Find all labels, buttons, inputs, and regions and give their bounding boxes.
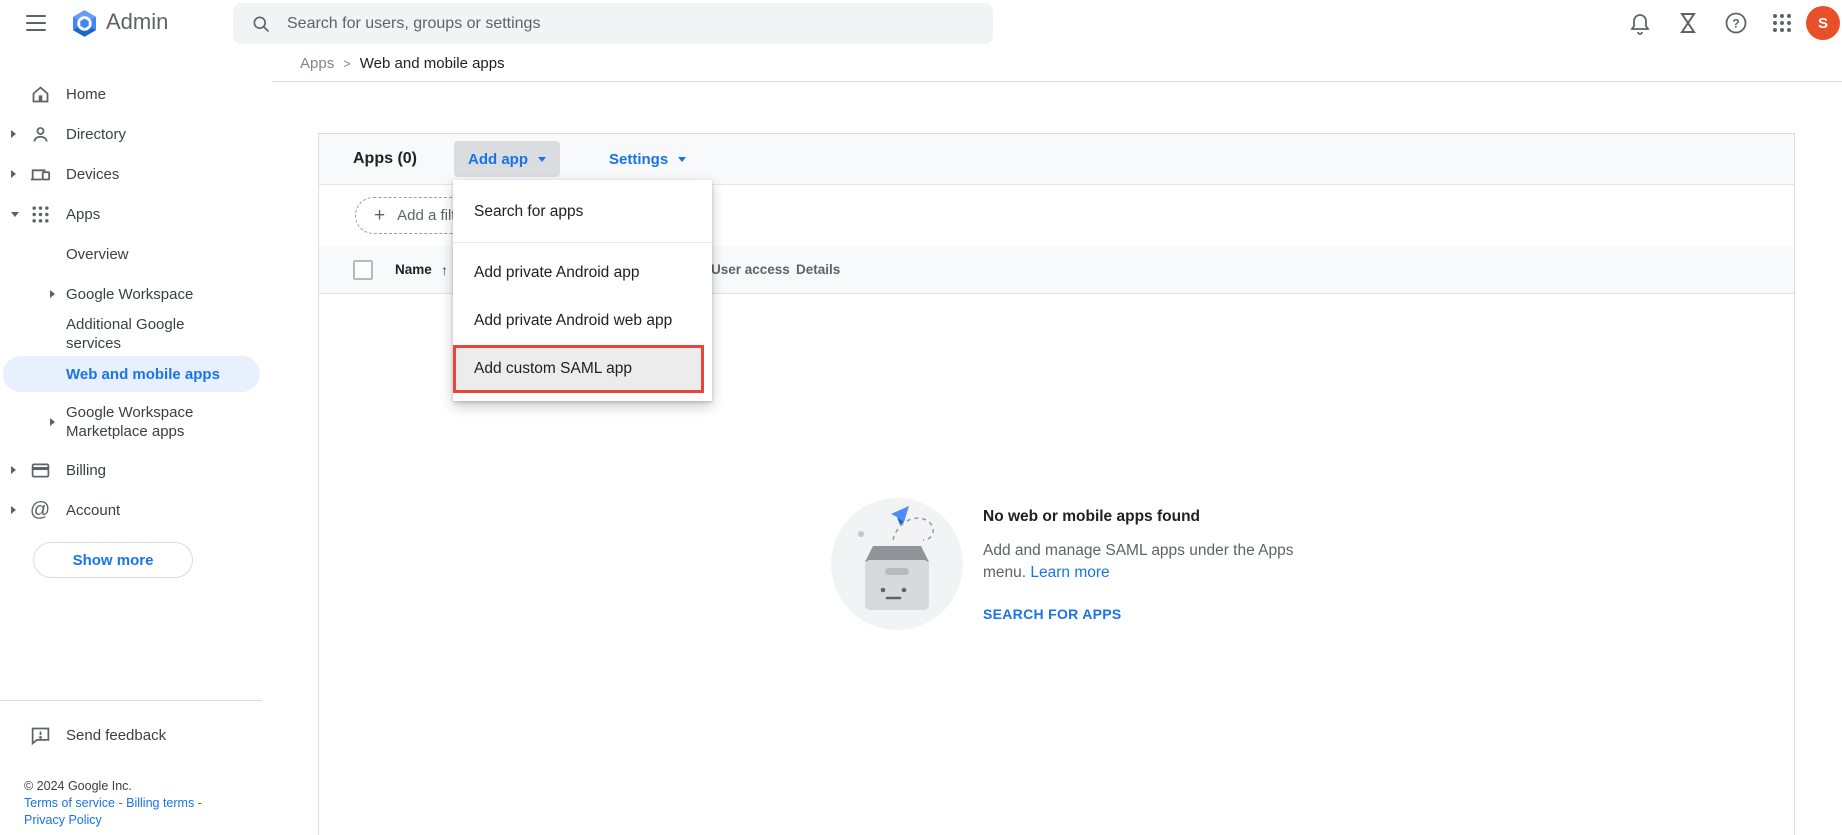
breadcrumb: Apps > Web and mobile apps xyxy=(272,47,1842,82)
column-header-details[interactable]: Details xyxy=(796,246,840,294)
show-more-button[interactable]: Show more xyxy=(33,542,193,578)
menu-divider xyxy=(453,242,712,243)
sidebar-item-billing[interactable]: Billing xyxy=(0,450,272,490)
sidebar-item-home[interactable]: Home xyxy=(0,74,272,114)
apps-toolbar: Apps (0) Add app Settings xyxy=(319,134,1794,185)
sidebar-item-overview[interactable]: Overview xyxy=(0,234,272,274)
sidebar-navigation: Home Directory Devices Apps Overview Goo… xyxy=(0,47,272,835)
apps-launcher-grid-icon[interactable] xyxy=(1770,11,1794,35)
chevron-down-icon[interactable] xyxy=(11,211,19,217)
chevron-right-icon[interactable] xyxy=(50,290,55,298)
menu-item-add-private-android-web-app[interactable]: Add private Android web app xyxy=(453,297,712,345)
chevron-right-icon[interactable] xyxy=(50,418,55,426)
sidebar-item-google-workspace[interactable]: Google Workspace xyxy=(0,274,272,314)
chevron-right-icon[interactable] xyxy=(11,506,16,514)
send-feedback-button[interactable]: Send feedback xyxy=(0,715,262,755)
menu-item-search-for-apps[interactable]: Search for apps xyxy=(453,188,712,236)
at-symbol-icon: @ xyxy=(29,498,51,521)
sidebar-item-directory[interactable]: Directory xyxy=(0,114,272,154)
account-avatar[interactable]: S xyxy=(1806,6,1840,40)
privacy-policy-link[interactable]: Privacy Policy xyxy=(24,813,102,827)
svg-text:?: ? xyxy=(1732,17,1739,31)
add-app-button[interactable]: Add app xyxy=(454,141,560,177)
hourglass-tasks-icon[interactable] xyxy=(1676,11,1700,35)
sidebar-item-account[interactable]: @ Account xyxy=(0,490,272,530)
learn-more-link[interactable]: Learn more xyxy=(1030,564,1109,581)
help-icon[interactable]: ? xyxy=(1724,11,1748,35)
chevron-right-icon[interactable] xyxy=(11,130,16,138)
add-app-dropdown-menu: Search for apps Add private Android app … xyxy=(453,180,712,401)
empty-state-illustration xyxy=(831,498,963,635)
billing-card-icon xyxy=(28,458,52,482)
select-all-checkbox[interactable] xyxy=(353,260,373,280)
chevron-right-icon[interactable] xyxy=(11,466,16,474)
breadcrumb-separator: > xyxy=(343,56,351,71)
top-app-bar: Admin ? S xyxy=(0,0,1842,47)
dropdown-caret-icon xyxy=(538,156,546,162)
person-icon xyxy=(28,122,52,146)
chevron-right-icon[interactable] xyxy=(11,170,16,178)
menu-item-add-custom-saml-app[interactable]: Add custom SAML app xyxy=(453,345,704,393)
apps-grid-icon xyxy=(28,202,52,226)
home-icon xyxy=(28,82,52,106)
dropdown-caret-icon xyxy=(678,156,687,162)
devices-icon xyxy=(28,162,52,186)
plus-icon: + xyxy=(374,204,386,226)
sort-ascending-icon[interactable]: ↑ xyxy=(441,246,448,294)
sidebar-divider xyxy=(0,700,262,701)
column-header-name[interactable]: Name xyxy=(395,246,432,294)
sidebar-item-additional-google-services[interactable]: Additional Google services xyxy=(0,314,272,354)
sidebar-item-google-workspace-marketplace-apps[interactable]: Google Workspace Marketplace apps xyxy=(0,394,272,450)
copyright-text: © 2024 Google Inc. xyxy=(24,779,132,793)
global-search-bar[interactable] xyxy=(233,3,993,44)
sidebar-item-devices[interactable]: Devices xyxy=(0,154,272,194)
menu-hamburger-icon[interactable] xyxy=(26,15,46,31)
google-admin-logo xyxy=(73,10,96,37)
terms-of-service-link[interactable]: Terms of service xyxy=(24,796,115,810)
empty-state-description: Add and manage SAML apps under the Apps … xyxy=(983,542,1294,581)
sidebar-footer: © 2024 Google Inc. Terms of service - Bi… xyxy=(24,778,229,829)
search-for-apps-link[interactable]: SEARCH FOR APPS xyxy=(983,606,1313,622)
empty-state-title: No web or mobile apps found xyxy=(983,508,1200,525)
sidebar-item-apps[interactable]: Apps xyxy=(0,194,272,234)
product-title: Admin xyxy=(106,9,169,34)
feedback-icon xyxy=(28,723,52,747)
menu-item-add-private-android-app[interactable]: Add private Android app xyxy=(453,249,712,297)
billing-terms-link[interactable]: Billing terms xyxy=(126,796,194,810)
column-header-user-access[interactable]: User access xyxy=(711,246,790,294)
sidebar-item-web-and-mobile-apps[interactable]: Web and mobile apps xyxy=(0,354,272,394)
apps-count-title: Apps (0) xyxy=(353,150,417,167)
breadcrumb-apps-link[interactable]: Apps xyxy=(300,55,334,72)
settings-button[interactable]: Settings xyxy=(595,141,700,177)
breadcrumb-current: Web and mobile apps xyxy=(359,55,505,72)
search-input[interactable] xyxy=(287,14,927,33)
search-icon xyxy=(253,16,270,32)
notifications-bell-icon[interactable] xyxy=(1628,11,1652,35)
